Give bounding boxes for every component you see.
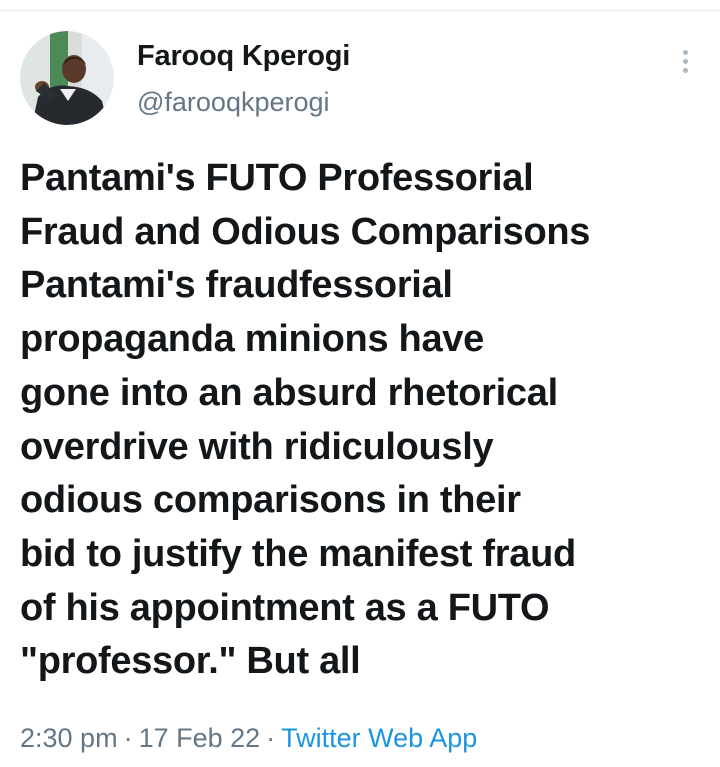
tweet-date[interactable]: 17 Feb 22 bbox=[139, 723, 261, 753]
author-name[interactable]: Farooq Kperogi bbox=[137, 38, 350, 74]
meta-separator: · bbox=[266, 723, 276, 753]
tweet-text-line: of his appointment as a FUTO bbox=[20, 586, 550, 629]
tweet-text-line: gone into an absurd rhetorical bbox=[20, 371, 558, 414]
more-options-button[interactable] bbox=[670, 44, 700, 78]
tweet-text-line: odious comparisons in their bbox=[20, 479, 521, 522]
tweet-text-line: Pantami's fraudfessorial bbox=[20, 264, 453, 307]
avatar[interactable] bbox=[20, 31, 114, 125]
author-handle[interactable]: @farooqkperogi bbox=[137, 85, 350, 119]
tweet-source-link[interactable]: Twitter Web App bbox=[281, 723, 477, 753]
tweet-card: Farooq Kperogi @farooqkperogi Pantami's … bbox=[0, 0, 720, 767]
vertical-dots-icon bbox=[682, 58, 688, 64]
tweet-text-line: propaganda minions have bbox=[20, 318, 484, 361]
author-block: Farooq Kperogi @farooqkperogi bbox=[137, 38, 350, 119]
tweet-text: Pantami's FUTO Professorial Fraud and Od… bbox=[20, 152, 710, 689]
vertical-dots-icon bbox=[682, 49, 688, 55]
divider bbox=[0, 10, 720, 11]
meta-separator: · bbox=[123, 723, 133, 753]
tweet-time[interactable]: 2:30 pm bbox=[20, 723, 118, 753]
tweet-text-line: "professor." But all bbox=[20, 640, 361, 683]
avatar-image bbox=[20, 31, 114, 125]
vertical-dots-icon bbox=[682, 67, 688, 73]
tweet-text-line: overdrive with ridiculously bbox=[20, 425, 494, 468]
tweet-meta: 2:30 pm · 17 Feb 22 · Twitter Web App bbox=[20, 718, 477, 758]
tweet-text-line: Pantami's FUTO Professorial bbox=[20, 157, 534, 199]
tweet-text-line: bid to justify the manifest fraud bbox=[20, 532, 576, 575]
tweet-text-line: Fraud and Odious Comparisons bbox=[20, 210, 591, 253]
